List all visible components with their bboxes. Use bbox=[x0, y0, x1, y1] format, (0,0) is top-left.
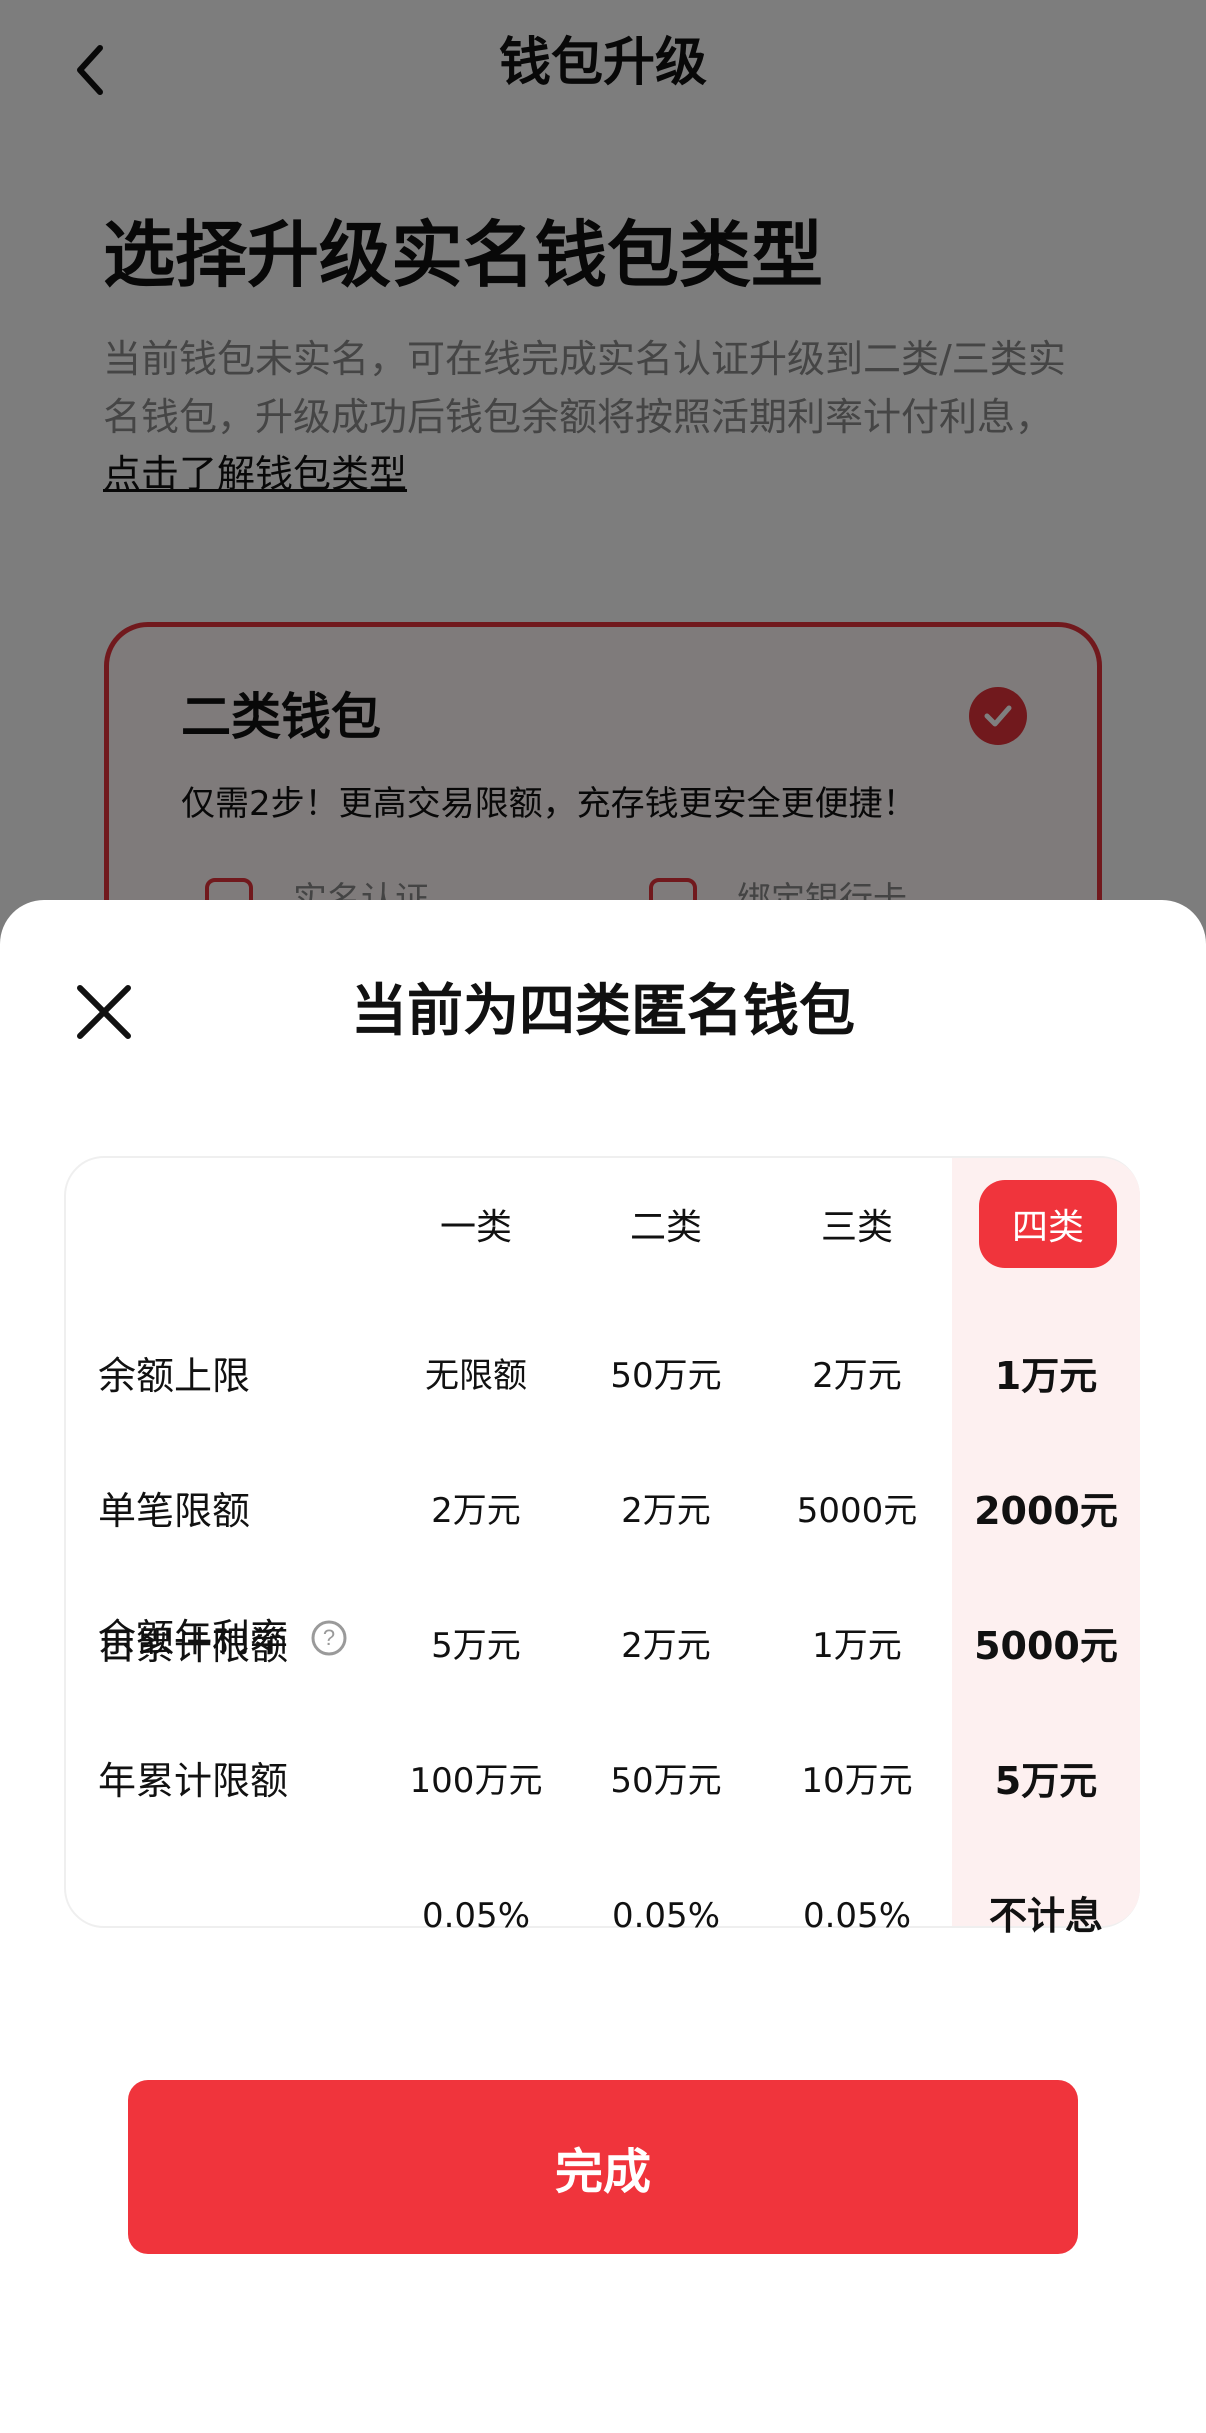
table-cell: 0.05% bbox=[421, 1896, 530, 1936]
table-cell: 50万元 bbox=[610, 1356, 722, 1396]
table-cell-selected: 1万元 bbox=[994, 1354, 1098, 1398]
row-label-interest-rate-text: 余额年利率 bbox=[98, 1616, 289, 1660]
help-icon[interactable]: ? bbox=[310, 1619, 348, 1657]
row-label-balance-limit: 余额上限 bbox=[98, 1354, 251, 1398]
row-label-annual-limit: 年累计限额 bbox=[98, 1759, 289, 1803]
table-cell: 无限额 bbox=[425, 1356, 527, 1396]
table-cell: 2万元 bbox=[812, 1356, 902, 1396]
table-cell: 2万元 bbox=[621, 1491, 711, 1531]
table-cell-selected: 5000元 bbox=[974, 1624, 1118, 1668]
done-button[interactable]: 完成 bbox=[128, 2080, 1078, 2254]
table-cell: 5000元 bbox=[796, 1491, 918, 1531]
row-label-single-limit: 单笔限额 bbox=[98, 1489, 251, 1533]
table-cell: 5万元 bbox=[431, 1626, 521, 1666]
table-cell-selected: 不计息 bbox=[988, 1894, 1103, 1938]
wallet-type-sheet: 当前为四类匿名钱包 一类 二类 三类 四类 余额上限 无限额 50万元 2万元 … bbox=[0, 900, 1206, 2433]
table-cell-selected: 2000元 bbox=[974, 1489, 1118, 1533]
table-cell: 1万元 bbox=[812, 1626, 902, 1666]
table-cell: 0.05% bbox=[611, 1896, 720, 1936]
svg-text:?: ? bbox=[323, 1625, 335, 1650]
row-label-interest-rate: 余额年利率 ? bbox=[98, 1610, 348, 1666]
table-cell: 2万元 bbox=[431, 1491, 521, 1531]
column-header-type4-selected: 四类 bbox=[979, 1180, 1117, 1268]
table-cell-selected: 5万元 bbox=[994, 1759, 1098, 1803]
table-cell: 0.05% bbox=[802, 1896, 911, 1936]
table-cell: 10万元 bbox=[801, 1761, 913, 1801]
table-cell: 100万元 bbox=[409, 1761, 543, 1801]
wallet-comparison-table: 一类 二类 三类 四类 余额上限 无限额 50万元 2万元 1万元 单笔限额 2… bbox=[64, 1156, 1140, 1938]
column-header-type1: 一类 bbox=[439, 1207, 512, 1248]
table-cell: 2万元 bbox=[621, 1626, 711, 1666]
table-cell: 50万元 bbox=[610, 1761, 722, 1801]
selected-column-highlight bbox=[952, 1158, 1140, 1926]
sheet-title: 当前为四类匿名钱包 bbox=[351, 979, 855, 1044]
column-header-type2: 二类 bbox=[629, 1207, 702, 1248]
column-header-type3: 三类 bbox=[820, 1207, 893, 1248]
